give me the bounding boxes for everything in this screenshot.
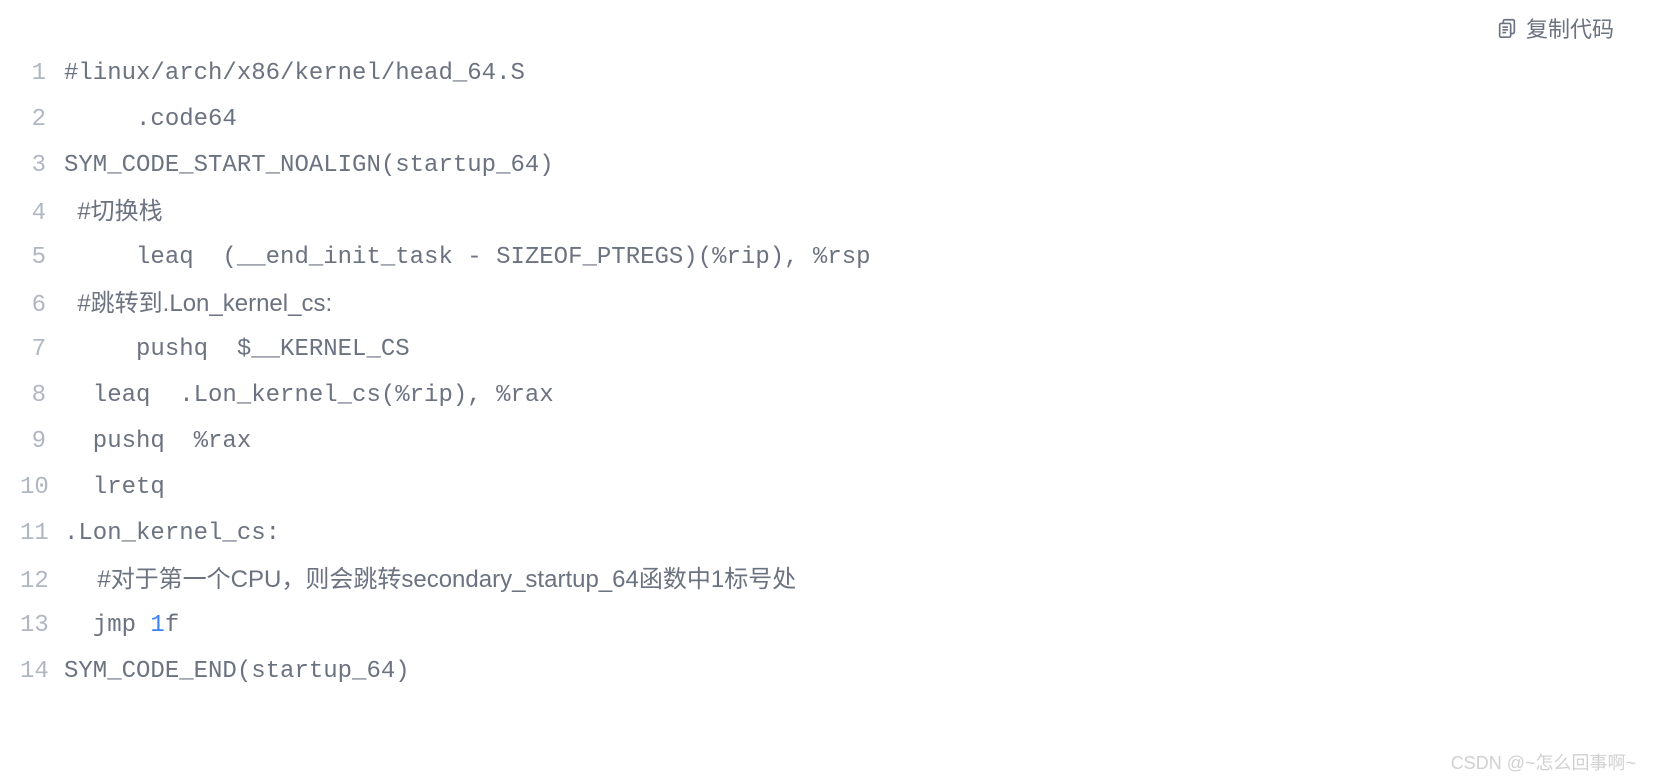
code-line: 4 #切换栈 (20, 200, 1656, 246)
code-block: 1 #linux/arch/x86/kernel/head_64.S 2 .co… (0, 0, 1656, 706)
code-line: 7 pushq $__KERNEL_CS (20, 338, 1656, 384)
line-number: 7 (20, 338, 64, 362)
watermark: CSDN @~怎么回事啊~ (1451, 749, 1636, 775)
code-fragment: jmp (64, 612, 150, 639)
copy-icon (1496, 17, 1518, 39)
code-text: jmp 1f (64, 614, 179, 638)
line-number: 10 (20, 476, 64, 500)
code-line: 8 leaq .Lon_kernel_cs(%rip), %rax (20, 384, 1656, 430)
line-number: 5 (20, 246, 64, 270)
line-number: 8 (20, 384, 64, 408)
code-text: #切换栈 (64, 200, 163, 224)
copy-code-button[interactable]: 复制代码 (1496, 12, 1614, 44)
line-number: 6 (20, 294, 64, 318)
code-text: leaq (__end_init_task - SIZEOF_PTREGS)(%… (64, 246, 871, 270)
code-line: 13 jmp 1f (20, 614, 1656, 660)
code-text: pushq %rax (64, 430, 251, 454)
code-text: pushq $__KERNEL_CS (64, 338, 410, 362)
code-text: #linux/arch/x86/kernel/head_64.S (64, 62, 525, 86)
numeric-literal: 1 (150, 612, 164, 639)
code-line: 12 #对于第一个CPU，则会跳转secondary_startup_64函数中… (20, 568, 1656, 614)
code-line: 9 pushq %rax (20, 430, 1656, 476)
code-line: 3 SYM_CODE_START_NOALIGN(startup_64) (20, 154, 1656, 200)
line-number: 12 (20, 570, 64, 594)
code-line: 2 .code64 (20, 108, 1656, 154)
code-text: #对于第一个CPU，则会跳转secondary_startup_64函数中1标号… (64, 568, 796, 592)
line-number: 1 (20, 62, 64, 86)
line-number: 13 (20, 614, 64, 638)
code-text: #跳转到.Lon_kernel_cs: (64, 292, 332, 316)
code-text: SYM_CODE_START_NOALIGN(startup_64) (64, 154, 554, 178)
line-number: 9 (20, 430, 64, 454)
code-fragment: f (165, 612, 179, 639)
code-line: 14 SYM_CODE_END(startup_64) (20, 660, 1656, 706)
code-text: .Lon_kernel_cs: (64, 522, 280, 546)
line-number: 11 (20, 522, 64, 546)
code-text: .code64 (64, 108, 237, 132)
code-line: 1 #linux/arch/x86/kernel/head_64.S (20, 62, 1656, 108)
code-line: 5 leaq (__end_init_task - SIZEOF_PTREGS)… (20, 246, 1656, 292)
code-text: SYM_CODE_END(startup_64) (64, 660, 410, 684)
code-line: 11 .Lon_kernel_cs: (20, 522, 1656, 568)
code-line: 10 lretq (20, 476, 1656, 522)
copy-code-label: 复制代码 (1526, 12, 1614, 44)
code-line: 6 #跳转到.Lon_kernel_cs: (20, 292, 1656, 338)
line-number: 4 (20, 202, 64, 226)
line-number: 14 (20, 660, 64, 684)
line-number: 2 (20, 108, 64, 132)
code-text: leaq .Lon_kernel_cs(%rip), %rax (64, 384, 554, 408)
code-text: lretq (64, 476, 165, 500)
line-number: 3 (20, 154, 64, 178)
